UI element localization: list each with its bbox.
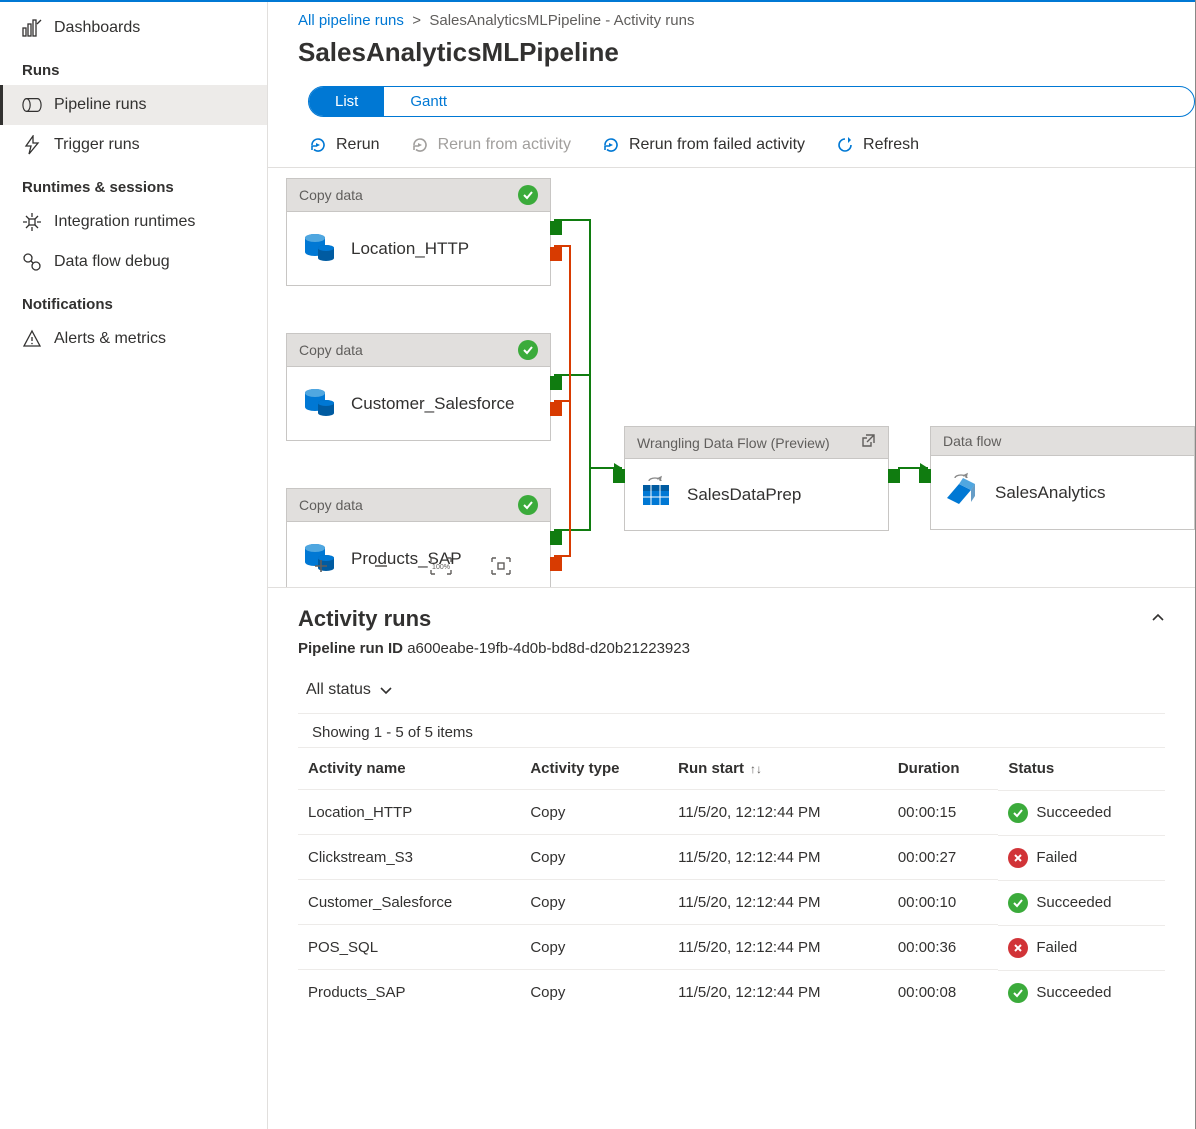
showing-count: Showing 1 - 5 of 5 items — [312, 724, 1165, 741]
col-run-start[interactable]: Run start↑↓ — [668, 748, 888, 790]
open-external-icon[interactable] — [860, 433, 876, 452]
sidebar-item-data-flow-debug[interactable]: Data flow debug — [0, 242, 267, 282]
pipeline-canvas[interactable]: Copy data Location_HTTP — [268, 168, 1195, 588]
table-row[interactable]: Location_HTTPCopy11/5/20, 12:12:44 PM00:… — [298, 790, 1165, 835]
rerun-from-activity-button: Rerun from activity — [410, 135, 571, 155]
rerun-from-failed-button[interactable]: Rerun from failed activity — [601, 135, 805, 155]
zoom-out-button[interactable] — [368, 553, 394, 579]
sidebar-label: Pipeline runs — [54, 96, 147, 114]
zoom-in-button[interactable] — [308, 553, 334, 579]
dataflow-icon — [945, 472, 981, 513]
chevron-down-icon — [379, 683, 393, 697]
run-id-label: Pipeline run ID — [298, 640, 403, 657]
status-filter[interactable]: All status — [298, 677, 401, 703]
sidebar-label: Alerts & metrics — [54, 330, 166, 348]
database-icon — [301, 228, 337, 269]
sidebar-item-pipeline-runs[interactable]: Pipeline runs — [0, 85, 267, 125]
view-toggle: List Gantt — [308, 86, 1195, 117]
sidebar-label: Integration runtimes — [54, 213, 195, 231]
sidebar-section-notifications: Notifications — [0, 282, 267, 319]
dashboard-icon — [22, 18, 42, 38]
pipeline-icon — [22, 95, 42, 115]
table-row[interactable]: Customer_SalesforceCopy11/5/20, 12:12:44… — [298, 880, 1165, 925]
main-content: All pipeline runs > SalesAnalyticsMLPipe… — [268, 2, 1195, 1129]
breadcrumb-current: SalesAnalyticsMLPipeline - Activity runs — [429, 12, 694, 29]
breadcrumb-root[interactable]: All pipeline runs — [298, 12, 404, 29]
status-success-icon — [518, 185, 538, 205]
grid-icon — [639, 475, 673, 514]
sidebar-label: Dashboards — [54, 19, 140, 37]
view-toggle-gantt[interactable]: Gantt — [384, 87, 473, 116]
canvas-tools: 100% — [308, 553, 514, 579]
rerun-failed-icon — [601, 135, 621, 155]
sort-icon: ↑↓ — [750, 762, 762, 776]
sidebar-item-alerts-metrics[interactable]: Alerts & metrics — [0, 319, 267, 359]
status-success-icon — [1008, 983, 1028, 1003]
sidebar-label: Data flow debug — [54, 253, 170, 271]
rerun-icon — [308, 135, 328, 155]
refresh-icon — [835, 135, 855, 155]
sidebar-section-runs: Runs — [0, 48, 267, 85]
col-activity-type[interactable]: Activity type — [520, 748, 668, 790]
activity-runs-panel: Activity runs Pipeline run ID a600eabe-1… — [268, 588, 1195, 1129]
fit-screen-button[interactable] — [488, 553, 514, 579]
activity-runs-title: Activity runs — [298, 606, 431, 632]
integration-icon — [22, 212, 42, 232]
sidebar-item-integration-runtimes[interactable]: Integration runtimes — [0, 202, 267, 242]
rerun-activity-icon — [410, 135, 430, 155]
sidebar-item-trigger-runs[interactable]: Trigger runs — [0, 125, 267, 165]
sidebar: Dashboards Runs Pipeline runs Trigger ru… — [0, 2, 268, 1129]
node-salesdataprep[interactable]: Wrangling Data Flow (Preview) SalesDataP… — [624, 426, 889, 531]
node-salesanalytics[interactable]: Data flow SalesAnalytics — [930, 426, 1195, 530]
table-row[interactable]: Products_SAPCopy11/5/20, 12:12:44 PM00:0… — [298, 970, 1165, 1015]
col-duration[interactable]: Duration — [888, 748, 999, 790]
view-toggle-list[interactable]: List — [309, 87, 384, 116]
alert-icon — [22, 329, 42, 349]
node-customer-salesforce[interactable]: Copy data Customer_Salesforce — [286, 333, 551, 441]
svg-text:100%: 100% — [432, 564, 450, 571]
toolbar: Rerun Rerun from activity Rerun from fai… — [268, 125, 1195, 168]
database-icon — [301, 383, 337, 424]
trigger-icon — [22, 135, 42, 155]
status-failed-icon — [1008, 848, 1028, 868]
refresh-button[interactable]: Refresh — [835, 135, 919, 155]
status-success-icon — [1008, 803, 1028, 823]
table-row[interactable]: POS_SQLCopy11/5/20, 12:12:44 PM00:00:36 … — [298, 925, 1165, 970]
zoom-100-button[interactable]: 100% — [428, 553, 454, 579]
sidebar-section-runtimes: Runtimes & sessions — [0, 165, 267, 202]
collapse-icon[interactable] — [1151, 611, 1165, 628]
status-success-icon — [518, 495, 538, 515]
status-failed-icon — [1008, 938, 1028, 958]
node-location-http[interactable]: Copy data Location_HTTP — [286, 178, 551, 286]
breadcrumb: All pipeline runs > SalesAnalyticsMLPipe… — [268, 2, 1195, 33]
table-row[interactable]: Clickstream_S3Copy11/5/20, 12:12:44 PM00… — [298, 835, 1165, 880]
debug-icon — [22, 252, 42, 272]
activity-runs-table: Activity name Activity type Run start↑↓ … — [298, 747, 1165, 1015]
sidebar-item-dashboards[interactable]: Dashboards — [0, 8, 267, 48]
col-status[interactable]: Status — [998, 748, 1165, 790]
col-activity-name[interactable]: Activity name — [298, 748, 520, 790]
status-success-icon — [518, 340, 538, 360]
sidebar-label: Trigger runs — [54, 136, 140, 154]
page-title: SalesAnalyticsMLPipeline — [268, 33, 1195, 78]
status-success-icon — [1008, 893, 1028, 913]
run-id-value: a600eabe-19fb-4d0b-bd8d-d20b21223923 — [407, 640, 690, 657]
rerun-button[interactable]: Rerun — [308, 135, 380, 155]
